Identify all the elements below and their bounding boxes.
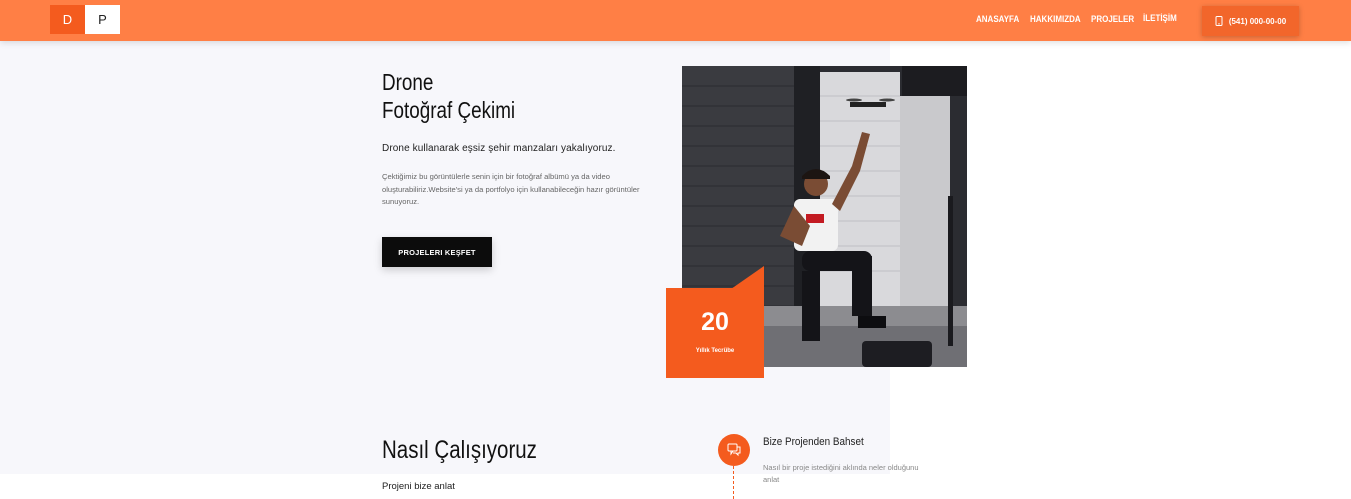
how-we-work-subtitle: Projeni bize anlat [382, 481, 455, 492]
hero-subtitle: Drone kullanarak eşsiz şehir manzaları y… [382, 143, 616, 154]
hero-title-line2: Fotoğraf Çekimi [382, 97, 516, 123]
phone-icon [1215, 16, 1223, 26]
step-description: Nasıl bir proje istediğini aklında neler… [763, 463, 919, 484]
experience-number: 20 [701, 308, 729, 336]
phone-button[interactable]: (541) 000-00-00 [1202, 6, 1299, 36]
nav-link-anasayfa[interactable]: ANASAYFA [976, 15, 1019, 25]
top-header: D P ANASAYFA HAKKIMIZDA PROJELER İLETİŞİ… [0, 0, 1351, 41]
nav-link-hakkimizda[interactable]: HAKKIMIZDA [1030, 15, 1081, 25]
nav-link-iletisim[interactable]: İLETİŞİM [1143, 14, 1177, 24]
step-connector [733, 466, 734, 499]
chat-icon [718, 434, 750, 466]
experience-label: Yıllık Tecrübe [695, 348, 735, 354]
explore-projects-button[interactable]: PROJELERI KEŞFET [382, 237, 492, 267]
phone-number: (541) 000-00-00 [1228, 16, 1287, 26]
hero-title-line1: Drone [382, 69, 434, 95]
step-title: Bize Projenden Bahset [763, 436, 864, 448]
how-we-work-title: Nasıl Çalışıyoruz [382, 436, 537, 464]
hero-title: Drone Fotoğraf Çekimi [382, 68, 515, 124]
site-logo[interactable]: D P [50, 5, 120, 34]
hero-description: Çektiğimiz bu görüntülerle senin için bi… [382, 172, 640, 206]
experience-box-notch [731, 266, 764, 289]
nav-link-projeler[interactable]: PROJELER [1091, 15, 1134, 25]
logo-letter-p: P [85, 5, 120, 34]
logo-letter-d: D [50, 5, 85, 34]
